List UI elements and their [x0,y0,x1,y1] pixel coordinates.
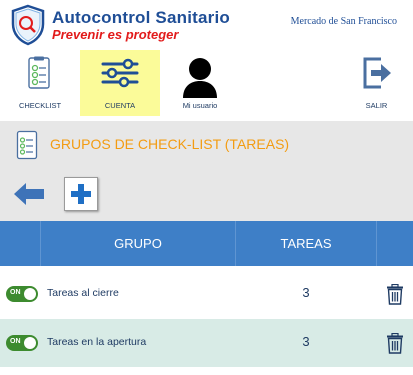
toggle-label: ON [10,338,21,345]
toggle-label: ON [10,289,21,296]
table-row: ON Tareas al cierre 3 [0,270,413,318]
task-count: 3 [302,285,310,300]
nav-item-salir[interactable]: SALIR [340,50,413,116]
nav-item-checklist[interactable]: CHECKLIST [0,50,80,116]
sliders-icon [101,58,139,88]
trash-icon[interactable] [386,284,404,305]
table-row: ON Tareas en la apertura 3 [0,319,413,367]
brand-title: Autocontrol Sanitario [52,8,230,27]
nav-label: SALIR [365,101,388,110]
exit-icon [363,57,391,89]
nav-item-cuenta[interactable]: CUENTA [80,50,160,116]
group-name-link[interactable]: Tareas al cierre [47,287,119,299]
nav-label: CUENTA [104,101,136,110]
column-header-grupo: GRUPO [114,236,162,251]
back-arrow-icon[interactable] [12,181,46,207]
table-header: GRUPO TAREAS [0,221,413,266]
page-title: GRUPOS DE CHECK-LIST (TAREAS) [50,136,290,152]
task-count: 3 [302,334,310,349]
column-divider [376,221,377,266]
active-toggle[interactable]: ON [6,335,38,351]
active-toggle[interactable]: ON [6,286,38,302]
trash-icon[interactable] [386,333,404,354]
brand-tagline: Prevenir es proteger [52,27,179,42]
toggle-knob [24,288,36,300]
checklist-icon [28,56,50,89]
nav-label: CHECKLIST [18,101,62,110]
shield-logo-icon [11,4,45,46]
user-icon [183,58,217,98]
nav-label: Mi usuario [182,101,218,110]
section-header: GRUPOS DE CHECK-LIST (TAREAS) [0,121,413,169]
location-name: Mercado de San Francisco [290,16,397,27]
column-header-tareas: TAREAS [280,236,332,251]
nav-item-mi-usuario[interactable]: Mi usuario [160,50,240,116]
group-name-link[interactable]: Tareas en la apertura [47,336,146,348]
main-nav: CHECKLIST CUENTA Mi usuario SALIR [0,50,413,116]
plus-icon [71,184,91,204]
checklist-icon [16,130,38,160]
toggle-knob [24,337,36,349]
app-header: Autocontrol Sanitario Prevenir es proteg… [0,0,413,48]
toolbar [0,169,413,221]
add-group-button[interactable] [64,177,98,211]
